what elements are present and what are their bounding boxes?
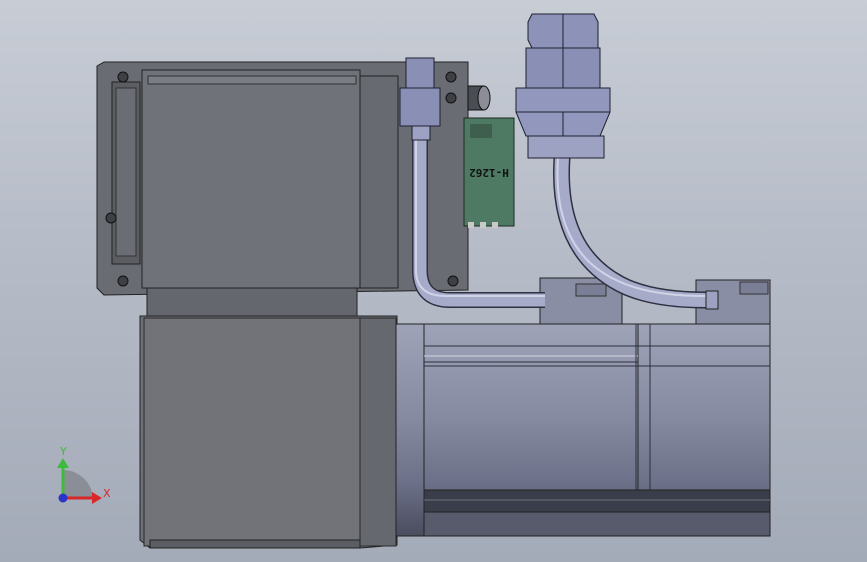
z-axis-dot <box>58 493 68 503</box>
axis-triad: Y X <box>57 445 111 504</box>
triad-arc-shadow <box>63 469 93 498</box>
model-view[interactable]: H-1262 Y X <box>0 0 867 562</box>
bolt-hole <box>117 71 129 83</box>
motor-bottom-band <box>423 489 771 513</box>
motor-front-flange <box>395 323 427 537</box>
gearbox-lower-body[interactable] <box>139 287 398 549</box>
pcb-label: H-1262 <box>469 166 509 179</box>
x-axis-arrow <box>92 492 102 504</box>
gearbox-cover <box>141 69 361 289</box>
encoder-pcb[interactable]: H-1262 <box>463 117 515 228</box>
bolt-hole <box>117 275 129 287</box>
servo-motor[interactable] <box>395 277 771 537</box>
bolt-hole <box>105 212 117 224</box>
y-axis-arrow <box>57 458 69 468</box>
bolt-hole <box>447 275 459 287</box>
cad-viewport[interactable]: H-1262 Y X <box>0 0 867 562</box>
bolt-hole <box>445 71 457 83</box>
gearbox-right-column <box>359 75 399 289</box>
x-axis-label: X <box>103 487 111 500</box>
encoder-plug[interactable] <box>515 13 611 159</box>
y-axis-label: Y <box>59 445 67 458</box>
bolt-hole <box>445 92 457 104</box>
